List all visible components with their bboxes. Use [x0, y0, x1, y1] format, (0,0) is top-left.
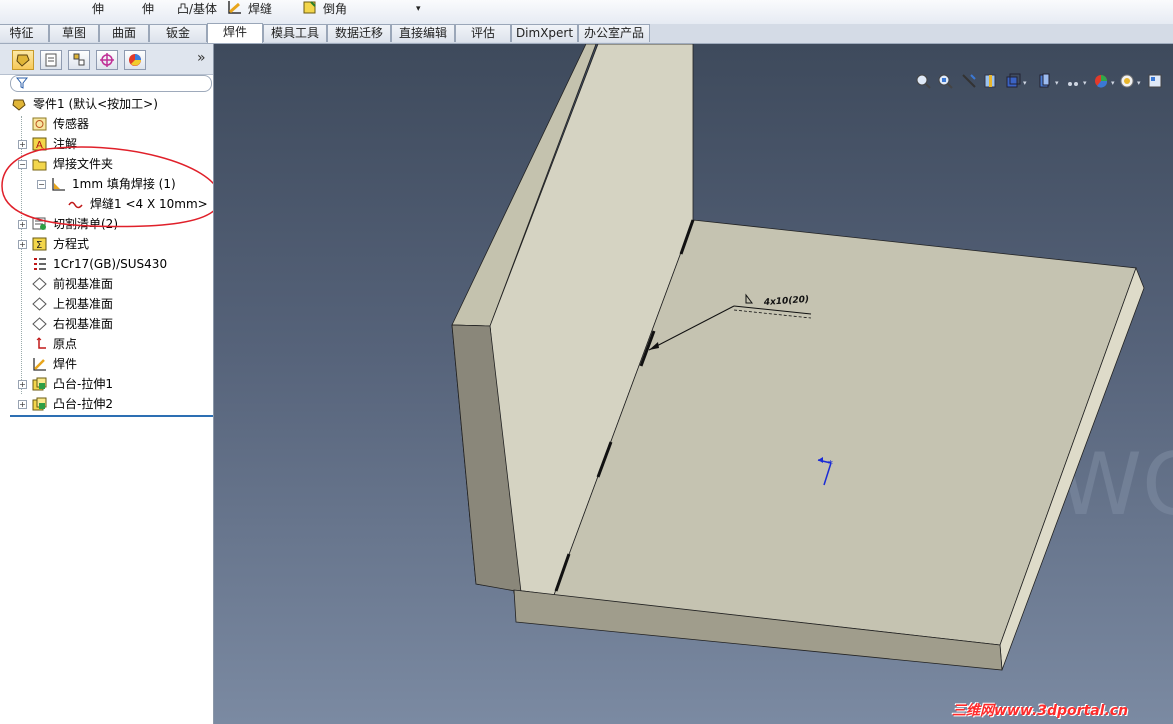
section-view-icon[interactable] — [984, 74, 996, 88]
graphics-viewport[interactable]: WO 4x10(20) * — [214, 44, 1173, 724]
extrude-icon — [32, 397, 47, 411]
weld-bead-button[interactable]: 焊缝 — [248, 0, 272, 17]
tab-direct-editing[interactable]: 直接编辑 — [391, 24, 455, 42]
expand-panel-icon[interactable]: » — [197, 50, 206, 66]
feature-tree-icon — [16, 54, 30, 67]
site-watermark: 三维网www.3dportal.cn — [952, 703, 1129, 719]
zoom-to-area-icon[interactable] — [938, 74, 953, 89]
configuration-manager-tab[interactable] — [68, 50, 90, 70]
zoom-to-fit-icon[interactable] — [916, 74, 931, 89]
tab-data-migration[interactable]: 数据迁移 — [327, 24, 391, 42]
chamfer-icon — [303, 1, 316, 14]
tab-dimxpert[interactable]: DimXpert — [511, 24, 578, 42]
origin-icon — [36, 337, 46, 349]
panel-toolbar: » — [0, 44, 213, 75]
expand-icon[interactable]: + — [18, 400, 27, 409]
rollback-bar[interactable] — [10, 415, 213, 417]
expand-icon[interactable]: + — [18, 380, 27, 389]
svg-text:Σ: Σ — [36, 240, 42, 251]
plane-icon — [32, 277, 47, 291]
svg-text:▾: ▾ — [1111, 79, 1115, 87]
tab-office-products[interactable]: 办公室产品 — [578, 24, 650, 42]
ribbon-dropdown-icon[interactable]: ▾ — [416, 4, 421, 14]
part-icon — [12, 99, 26, 111]
view-orientation-icon[interactable] — [1006, 73, 1021, 88]
crosshair-icon — [100, 53, 114, 67]
weld-bead-icon — [228, 1, 241, 14]
display-manager-tab[interactable] — [124, 50, 146, 70]
expand-icon[interactable]: + — [18, 240, 27, 249]
display-manager-icon — [129, 54, 141, 66]
hide-show-items-icon[interactable] — [1068, 82, 1078, 86]
feature-manager-panel: » 零件1 (默认<按加工>) 传感器 + A 注解 − 焊接文件夹 − 1mm… — [0, 44, 222, 724]
material-icon — [34, 258, 46, 270]
plane-icon — [32, 317, 47, 331]
command-tabs: 特征 草图 曲面 钣金 焊件 模具工具 数据迁移 直接编辑 评估 DimXper… — [0, 23, 1173, 44]
tab-mold-tools[interactable]: 模具工具 — [263, 24, 327, 42]
previous-view-icon[interactable] — [962, 74, 976, 88]
property-manager-icon — [45, 53, 57, 67]
model-canvas: WO 4x10(20) * — [451, 44, 1173, 671]
sensor-icon — [32, 117, 47, 131]
tab-surfaces[interactable]: 曲面 — [99, 24, 149, 42]
chamfer-button[interactable]: 倒角 — [323, 0, 347, 17]
tab-evaluate[interactable]: 评估 — [455, 24, 511, 42]
equations-icon: Σ — [32, 237, 47, 251]
property-manager-tab[interactable] — [40, 50, 62, 70]
configuration-manager-icon — [73, 53, 85, 66]
tab-sketch[interactable]: 草图 — [49, 24, 99, 42]
plane-icon — [32, 297, 47, 311]
ribbon-item-extrude-1[interactable]: 伸 — [92, 0, 104, 17]
display-style-icon[interactable] — [1039, 73, 1050, 88]
feature-manager-tab[interactable] — [12, 50, 34, 70]
apply-scene-icon[interactable] — [1120, 74, 1134, 88]
svg-text:*: * — [828, 459, 833, 470]
weldment-icon — [33, 358, 46, 371]
dimxpert-manager-tab[interactable] — [96, 50, 118, 70]
ribbon-bar: 伸 伸 凸/基体 焊缝 倒角 ▾ — [0, 0, 1173, 25]
svg-text:▾: ▾ — [1023, 79, 1027, 87]
tab-features[interactable]: 特征 — [0, 24, 49, 42]
ribbon-item-extrude-2[interactable]: 伸 — [142, 0, 154, 17]
ribbon-item-boss[interactable]: 凸/基体 — [177, 0, 217, 17]
svg-text:▾: ▾ — [1055, 79, 1059, 87]
svg-text:▾: ▾ — [1137, 79, 1141, 87]
edit-appearance-icon[interactable] — [1095, 75, 1108, 88]
tab-weldments[interactable]: 焊件 — [207, 23, 263, 43]
annotation-circle — [1, 146, 213, 228]
tab-sheet-metal[interactable]: 钣金 — [149, 24, 207, 42]
filter-input[interactable] — [10, 75, 212, 92]
svg-text:▾: ▾ — [1083, 79, 1087, 87]
filter-icon — [16, 77, 28, 89]
extrude-icon — [32, 377, 47, 391]
view-settings-icon[interactable] — [1148, 74, 1162, 88]
